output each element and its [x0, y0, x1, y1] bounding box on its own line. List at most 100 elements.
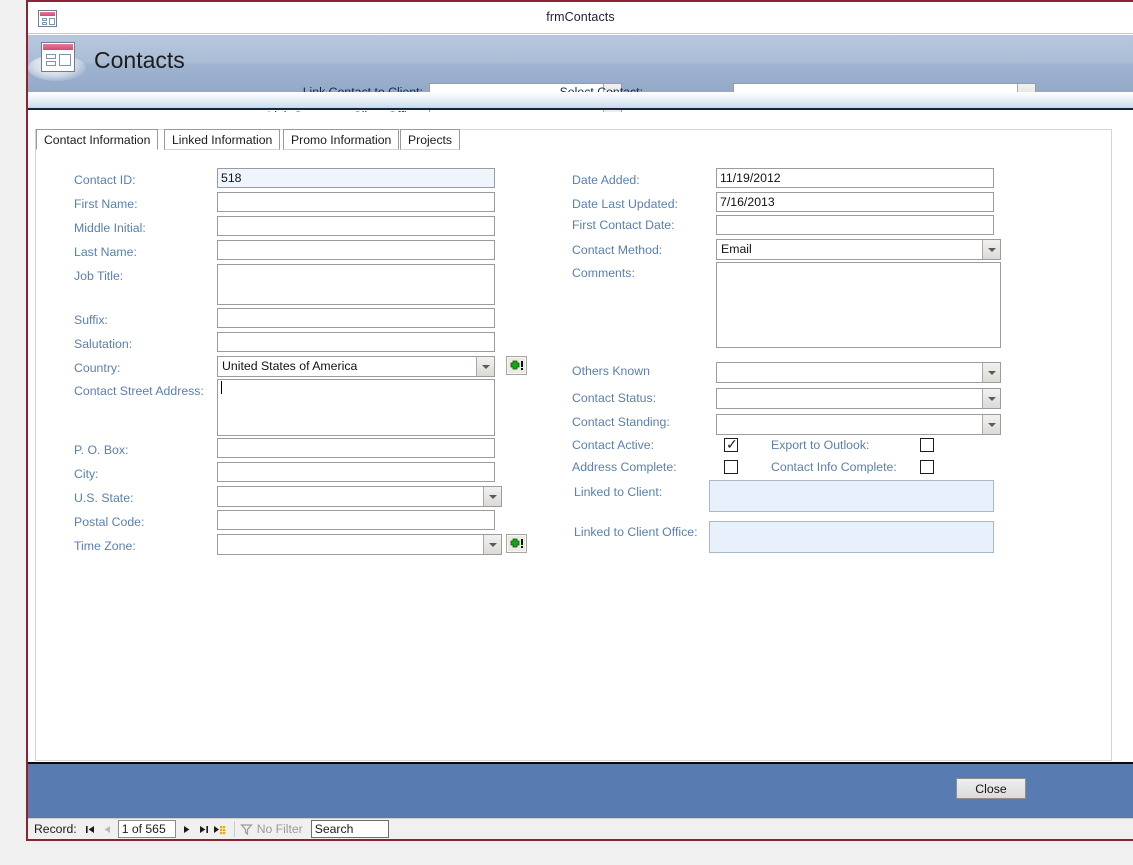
contact-standing-label: Contact Standing:	[572, 415, 670, 429]
access-form-icon	[41, 42, 75, 72]
tab-promo-information[interactable]: Promo Information	[283, 129, 400, 150]
chevron-down-icon[interactable]	[483, 487, 501, 506]
access-window: frmContacts Contacts Link Contact to Cli…	[26, 0, 1133, 841]
chevron-down-icon[interactable]	[982, 240, 1000, 259]
linked-to-client-office-field[interactable]	[709, 521, 994, 553]
first-name-label: First Name:	[74, 197, 138, 211]
date-added-label: Date Added:	[572, 173, 640, 187]
export-to-outlook-checkbox[interactable]	[920, 438, 934, 452]
contact-street-address-label: Contact Street Address:	[74, 384, 204, 398]
contact-id-field[interactable]: 518	[217, 168, 495, 188]
postal-code-label: Postal Code:	[74, 515, 145, 529]
job-title-field[interactable]	[217, 264, 495, 305]
add-green-plus-icon	[510, 360, 523, 370]
tab-projects[interactable]: Projects	[400, 129, 461, 150]
form-header-logo	[28, 39, 88, 85]
form-footer: Close	[28, 762, 1133, 818]
chevron-down-icon[interactable]	[476, 357, 494, 376]
contact-method-value: Email	[721, 242, 752, 256]
address-complete-checkbox[interactable]	[724, 460, 738, 474]
add-country-button[interactable]	[506, 356, 527, 375]
form-header: Contacts Link Contact to Client: Link Co…	[28, 35, 1133, 129]
nav-separator	[233, 821, 235, 837]
contact-active-checkbox[interactable]: ✓	[724, 436, 738, 452]
contact-street-address-field[interactable]	[217, 379, 495, 436]
date-added-field[interactable]: 11/19/2012	[716, 168, 994, 188]
contact-method-label: Contact Method:	[572, 243, 663, 257]
comments-label: Comments:	[572, 266, 635, 280]
previous-record-icon[interactable]	[99, 820, 116, 839]
last-name-field[interactable]	[217, 240, 495, 260]
add-green-plus-icon	[510, 538, 523, 548]
others-known-label: Others Known	[572, 364, 650, 378]
first-record-icon[interactable]	[82, 820, 99, 839]
country-label: Country:	[74, 361, 121, 375]
middle-initial-label: Middle Initial:	[74, 221, 146, 235]
country-combo[interactable]: United States of America	[217, 356, 495, 377]
contact-active-label: Contact Active:	[572, 438, 655, 452]
last-record-icon[interactable]	[195, 820, 212, 839]
filter-label: No Filter	[256, 822, 303, 836]
title-bar: frmContacts	[28, 4, 1133, 34]
page-title: Contacts	[94, 47, 185, 73]
us-state-label: U.S. State:	[74, 491, 134, 505]
last-name-label: Last Name:	[74, 245, 137, 259]
date-last-updated-field[interactable]: 7/16/2013	[716, 192, 994, 212]
others-known-combo[interactable]	[716, 362, 1001, 383]
tab-contact-information[interactable]: Contact Information	[36, 129, 159, 150]
current-record-field[interactable]: 1 of 565	[117, 820, 176, 838]
first-contact-date-field[interactable]	[716, 215, 994, 235]
next-record-icon[interactable]	[178, 820, 195, 839]
job-title-label: Job Title:	[74, 269, 124, 283]
add-time-zone-button[interactable]	[506, 534, 527, 553]
tab-linked-information[interactable]: Linked Information	[164, 129, 281, 150]
country-value: United States of America	[222, 359, 358, 373]
contact-info-complete-checkbox[interactable]	[920, 460, 934, 474]
linked-to-client-label: Linked to Client:	[574, 485, 663, 499]
po-box-field[interactable]	[217, 438, 495, 458]
window-title: frmContacts	[546, 10, 615, 24]
suffix-field[interactable]	[217, 308, 495, 328]
suffix-label: Suffix:	[74, 313, 108, 327]
chevron-down-icon[interactable]	[982, 415, 1000, 434]
city-label: City:	[74, 467, 99, 481]
access-form-window-root: frmContacts Contacts Link Contact to Cli…	[0, 0, 1133, 865]
comments-field[interactable]	[716, 262, 1001, 348]
tab-control: Contact Information Linked Information P…	[35, 129, 1112, 761]
first-contact-date-label: First Contact Date:	[572, 218, 675, 232]
city-field[interactable]	[217, 462, 495, 482]
contact-method-combo[interactable]: Email	[716, 239, 1001, 260]
close-button[interactable]: Close	[956, 778, 1026, 799]
contact-status-combo[interactable]	[716, 388, 1001, 409]
check-icon: ✓	[726, 436, 738, 452]
contact-info-complete-label: Contact Info Complete:	[771, 460, 897, 474]
filter-status[interactable]: No Filter	[239, 822, 303, 836]
contact-id-label: Contact ID:	[74, 173, 136, 187]
contact-standing-combo[interactable]	[716, 414, 1001, 435]
salutation-field[interactable]	[217, 332, 495, 352]
postal-code-field[interactable]	[217, 510, 495, 530]
export-to-outlook-label: Export to Outlook:	[771, 438, 870, 452]
new-record-icon[interactable]	[212, 820, 229, 839]
header-gradient-strip	[28, 92, 1133, 110]
first-name-field[interactable]	[217, 192, 495, 212]
middle-initial-field[interactable]	[217, 216, 495, 236]
record-navigation-bar: Record: 1 of 565 No Filter Search	[28, 818, 1133, 839]
time-zone-label: Time Zone:	[74, 539, 136, 553]
form-detail-section: Contact Information Linked Information P…	[28, 112, 1133, 762]
record-label: Record:	[34, 822, 77, 836]
po-box-label: P. O. Box:	[74, 443, 129, 457]
filter-icon	[239, 823, 253, 835]
linked-to-client-office-label: Linked to Client Office:	[574, 525, 698, 539]
us-state-combo[interactable]	[217, 486, 502, 507]
linked-to-client-field[interactable]	[709, 480, 994, 512]
chevron-down-icon[interactable]	[982, 363, 1000, 382]
time-zone-combo[interactable]	[217, 534, 502, 555]
address-complete-label: Address Complete:	[572, 460, 677, 474]
contact-status-label: Contact Status:	[572, 391, 657, 405]
chevron-down-icon[interactable]	[982, 389, 1000, 408]
search-input[interactable]: Search	[310, 820, 389, 838]
salutation-label: Salutation:	[74, 337, 133, 351]
chevron-down-icon[interactable]	[483, 535, 501, 554]
date-last-updated-label: Date Last Updated:	[572, 197, 678, 211]
